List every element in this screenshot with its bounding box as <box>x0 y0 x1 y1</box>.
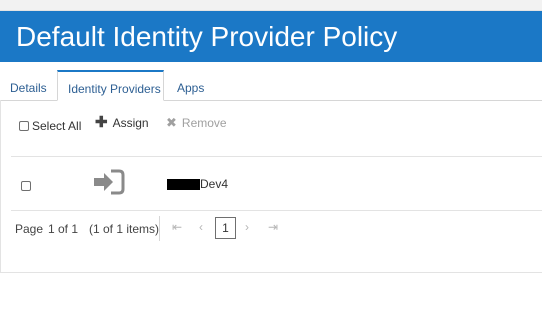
top-strip <box>0 0 542 11</box>
items-summary: (1 of 1 items) <box>89 222 160 236</box>
checkbox-icon[interactable] <box>19 121 29 131</box>
assign-button[interactable]: ✚ Assign <box>95 114 149 131</box>
remove-label: Remove <box>181 116 227 130</box>
current-page-box[interactable]: 1 <box>215 217 236 239</box>
prev-page-icon[interactable]: ‹ <box>199 220 203 234</box>
toolbar: Select All ✚ Assign ✖ Remove <box>1 100 542 156</box>
redacted-text <box>167 178 200 190</box>
tab-bar: Details Identity Providers Apps <box>0 70 542 101</box>
identity-provider-name-suffix: Dev4 <box>200 177 229 191</box>
page-label: Page <box>15 222 44 236</box>
tab-identity-providers[interactable]: Identity Providers <box>57 70 164 101</box>
row-checkbox[interactable] <box>21 181 31 191</box>
sign-in-icon <box>94 169 125 195</box>
tab-details[interactable]: Details <box>0 70 57 101</box>
page-title: Default Identity Provider Policy <box>16 21 398 52</box>
next-page-icon[interactable]: › <box>245 220 249 234</box>
close-icon: ✖ <box>166 115 177 130</box>
page-of-label: 1 of 1 <box>48 222 79 236</box>
plus-icon: ✚ <box>95 114 108 131</box>
tab-apps[interactable]: Apps <box>167 70 214 101</box>
select-all-checkbox[interactable]: Select All <box>19 119 81 133</box>
page-header: Default Identity Provider Policy <box>0 11 542 62</box>
remove-button: ✖ Remove <box>166 115 227 131</box>
table-row[interactable]: Dev4 <box>11 156 542 211</box>
assign-label: Assign <box>112 116 149 130</box>
identity-provider-name[interactable]: Dev4 <box>167 177 228 191</box>
identity-providers-panel: Select All ✚ Assign ✖ Remove Dev4 Page 1… <box>0 100 542 273</box>
first-page-icon[interactable]: ⇤ <box>172 220 182 234</box>
pagination: Page 1 of 1 (1 of 1 items) ⇤ ‹ 1 › ⇥ <box>1 211 542 247</box>
pager-divider <box>159 216 160 241</box>
select-all-label: Select All <box>32 119 82 133</box>
last-page-icon[interactable]: ⇥ <box>268 220 278 234</box>
